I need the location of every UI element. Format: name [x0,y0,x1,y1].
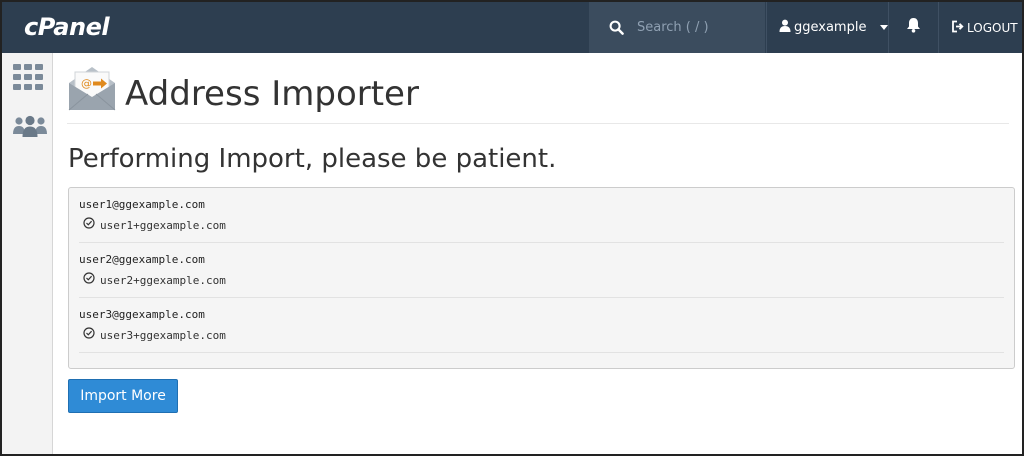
app-frame: cPanel Search ( / ) ggexample LOGOUT @ A… [0,0,1024,456]
source-email: user3@ggexample.com [79,308,205,321]
search-icon [609,20,624,35]
search-input[interactable]: Search ( / ) [637,20,709,35]
title-divider [67,123,1009,124]
logout-icon [951,20,967,36]
list-item: user1@ggexample.com user1+ggexample.com [79,188,1004,243]
svg-text:@: @ [81,77,92,90]
source-email: user1@ggexample.com [79,198,205,211]
logout-button[interactable]: LOGOUT [938,2,1022,53]
user-icon [779,19,791,36]
search-box[interactable]: Search ( / ) [589,2,765,53]
imported-address: user1+ggexample.com [100,218,226,232]
main-content: @ Address Importer Performing Import, pl… [53,53,1022,454]
bell-icon [906,17,921,38]
import-results-panel: user1@ggexample.com user1+ggexample.com … [68,187,1015,369]
check-circle-icon [83,271,100,289]
sidebar [2,53,53,454]
list-item: user2@ggexample.com user2+ggexample.com [79,243,1004,298]
imported-address: user2+ggexample.com [100,273,226,287]
list-item: user3@ggexample.com user3+ggexample.com [79,298,1004,353]
notifications-button[interactable] [888,2,938,53]
grid-icon[interactable] [13,64,43,95]
users-icon[interactable] [13,115,47,142]
cpanel-logo[interactable]: cPanel [24,13,110,41]
imported-address: user3+ggexample.com [100,328,226,342]
envelope-import-icon: @ [67,63,117,118]
source-email: user2@ggexample.com [79,253,205,266]
top-navbar: cPanel Search ( / ) ggexample LOGOUT [2,2,1022,53]
user-menu[interactable]: ggexample [766,2,889,53]
import-more-button[interactable]: Import More [68,379,178,413]
import-status-heading: Performing Import, please be patient. [68,144,557,174]
page-title: Address Importer [125,74,419,114]
logout-label: LOGOUT [967,20,1018,35]
username-label: ggexample [794,20,867,35]
check-circle-icon [83,216,100,234]
check-circle-icon [83,326,100,344]
